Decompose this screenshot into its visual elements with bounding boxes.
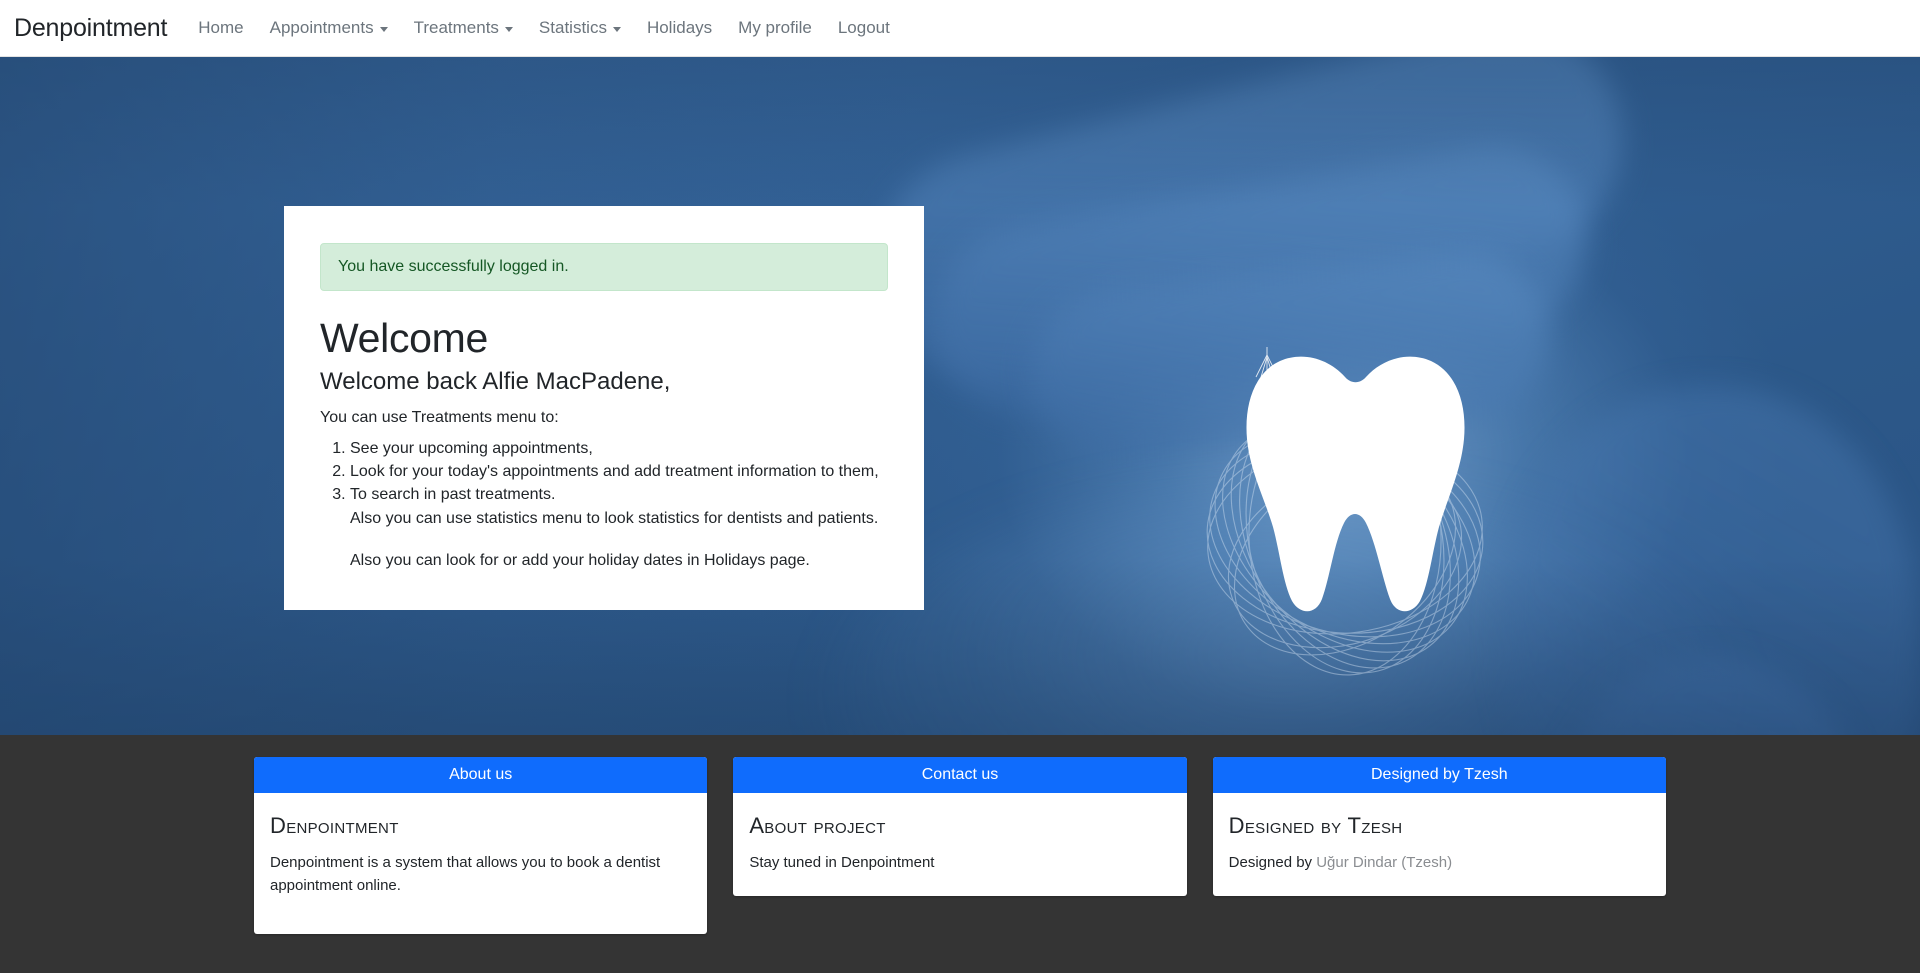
chevron-down-icon bbox=[379, 26, 388, 32]
holidays-note: Also you can look for or add your holida… bbox=[350, 552, 810, 569]
nav-item-logout[interactable]: Logout bbox=[825, 10, 903, 46]
footer-card-contact-us: Contact us About project Stay tuned in D… bbox=[733, 757, 1187, 897]
task-list: See your upcoming appointments, Look for… bbox=[320, 440, 888, 504]
nav-item-label: Home bbox=[198, 18, 244, 37]
sparkle-icon bbox=[1255, 347, 1279, 378]
footer-card-header: Designed by Tzesh bbox=[1212, 757, 1666, 793]
designer-link[interactable]: Uğur Dindar (Tzesh) bbox=[1316, 854, 1452, 871]
list-item: Look for your today's appointments and a… bbox=[350, 463, 888, 481]
footer-card-about-us: About us Denpointment Denpointment is a … bbox=[254, 757, 708, 934]
footer-card-row: About us Denpointment Denpointment is a … bbox=[0, 757, 1920, 934]
intro-text: You can use Treatments menu to: bbox=[320, 409, 559, 426]
footer-card-text: Designed by Uğur Dindar (Tzesh) bbox=[1229, 851, 1650, 874]
welcome-card: You have successfully logged in. Welcome… bbox=[284, 206, 924, 610]
nav-item-my-profile[interactable]: My profile bbox=[725, 10, 825, 46]
footer-card-body: Designed by Tzesh Designed by Uğur Dinda… bbox=[1213, 793, 1666, 896]
success-alert: You have successfully logged in. bbox=[320, 243, 888, 291]
page-title: Welcome bbox=[320, 315, 489, 361]
chevron-down-icon bbox=[504, 26, 513, 32]
nav-links: Home Appointments Treatments Statistics … bbox=[185, 10, 903, 46]
nav-item-label: My profile bbox=[738, 18, 812, 37]
welcome-back-subtitle: Welcome back Alfie MacPadene, bbox=[320, 368, 671, 395]
site-footer: About us Denpointment Denpointment is a … bbox=[0, 735, 1920, 973]
tooth-icon bbox=[1246, 356, 1465, 612]
nav-item-label: Logout bbox=[837, 18, 890, 37]
footer-card-header: About us bbox=[254, 757, 708, 793]
success-alert-message: You have successfully logged in. bbox=[338, 258, 569, 275]
nav-item-label: Statistics bbox=[538, 18, 607, 37]
top-navbar: Denpointment Home Appointments Treatment… bbox=[0, 0, 1920, 57]
nav-item-statistics[interactable]: Statistics bbox=[526, 10, 634, 46]
nav-item-label: Appointments bbox=[269, 18, 374, 37]
footer-card-text: Denpointment is a system that allows you… bbox=[270, 854, 661, 895]
footer-card-body: About project Stay tuned in Denpointment bbox=[733, 793, 1186, 896]
list-item: To search in past treatments. bbox=[350, 486, 888, 504]
footer-card-title: Denpointment bbox=[270, 813, 399, 838]
footer-card-title: Designed by Tzesh bbox=[1228, 813, 1403, 838]
nav-item-label: Holidays bbox=[646, 18, 713, 37]
nav-item-label: Treatments bbox=[413, 18, 499, 37]
list-item: See your upcoming appointments, bbox=[350, 440, 888, 458]
nav-item-home[interactable]: Home bbox=[185, 10, 256, 46]
nav-item-appointments[interactable]: Appointments bbox=[257, 10, 401, 46]
statistics-note: Also you can use statistics menu to look… bbox=[350, 510, 879, 527]
chevron-down-icon bbox=[612, 26, 621, 32]
footer-card-designed-by: Designed by Tzesh Designed by Tzesh Desi… bbox=[1212, 757, 1666, 897]
hero-banner: You have successfully logged in. Welcome… bbox=[0, 57, 1920, 735]
brand-logo[interactable]: Denpointment bbox=[14, 14, 167, 43]
nav-item-holidays[interactable]: Holidays bbox=[634, 10, 725, 46]
footer-card-text: Stay tuned in Denpointment bbox=[749, 854, 935, 871]
footer-card-header: Contact us bbox=[733, 757, 1187, 793]
footer-card-title: About project bbox=[749, 813, 886, 838]
footer-card-body: Denpointment Denpointment is a system th… bbox=[254, 793, 707, 934]
designed-by-prefix: Designed by bbox=[1228, 854, 1313, 871]
nav-item-treatments[interactable]: Treatments bbox=[401, 10, 526, 46]
